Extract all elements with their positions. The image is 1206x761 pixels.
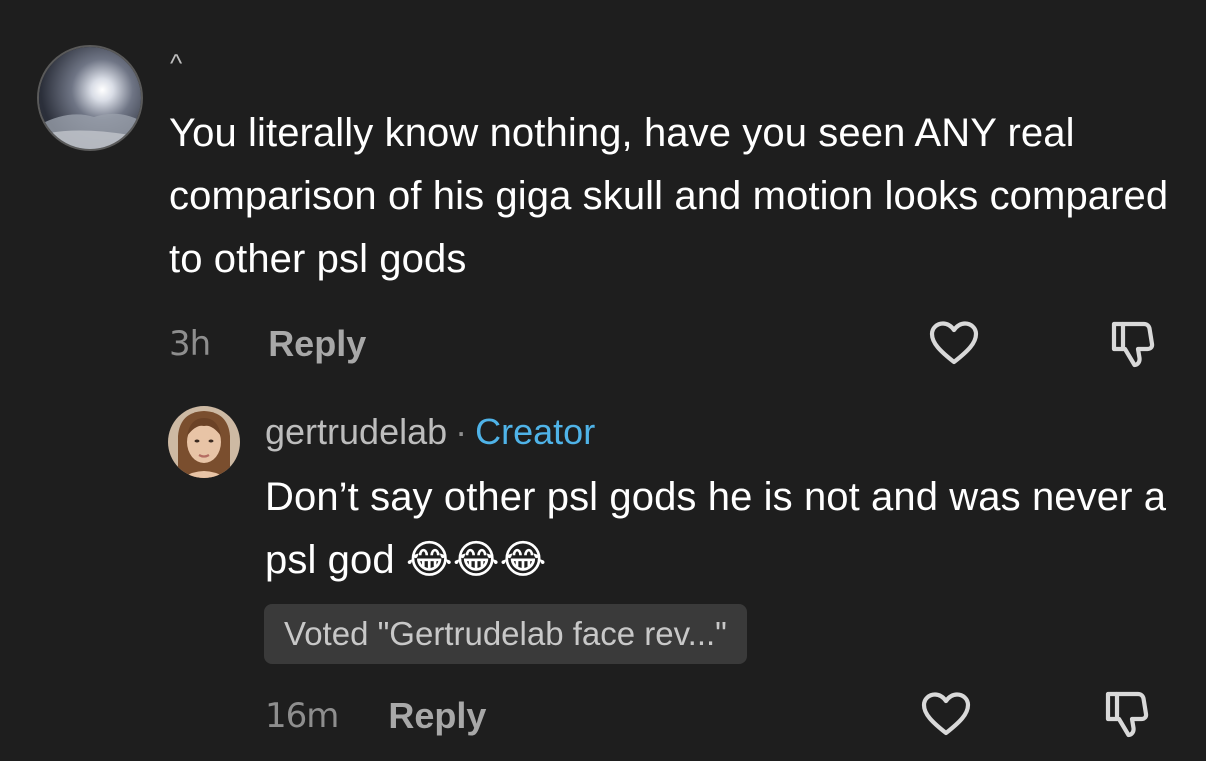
commenter-username[interactable]: ^ [170,48,182,78]
previous-row-fragment [0,0,1206,6]
vote-badge[interactable]: Voted "Gertrudelab face rev..." [264,604,747,664]
separator-dot: · [455,411,468,452]
heart-icon[interactable] [928,320,980,371]
thumbs-down-icon[interactable] [1106,318,1162,375]
reply-meta: 16m Reply [265,695,486,737]
reply-header: gertrudelab · Creator [265,410,595,454]
reply-button[interactable]: Reply [388,695,486,737]
comment-timestamp: 3h [169,324,211,364]
creator-avatar[interactable] [168,406,240,478]
comment-meta: 3h Reply [169,323,366,365]
reply-text: Don’t say other psl gods he is not and w… [265,475,1167,582]
commenter-avatar[interactable] [37,45,143,151]
creator-badge: Creator [475,411,596,452]
reply-button[interactable]: Reply [268,323,366,365]
thumbs-down-icon[interactable] [1100,688,1156,745]
comment-text: You literally know nothing, have you see… [169,111,1169,281]
reply-timestamp: 16m [265,696,339,736]
creator-username[interactable]: gertrudelab [265,411,447,452]
heart-icon[interactable] [920,691,972,742]
